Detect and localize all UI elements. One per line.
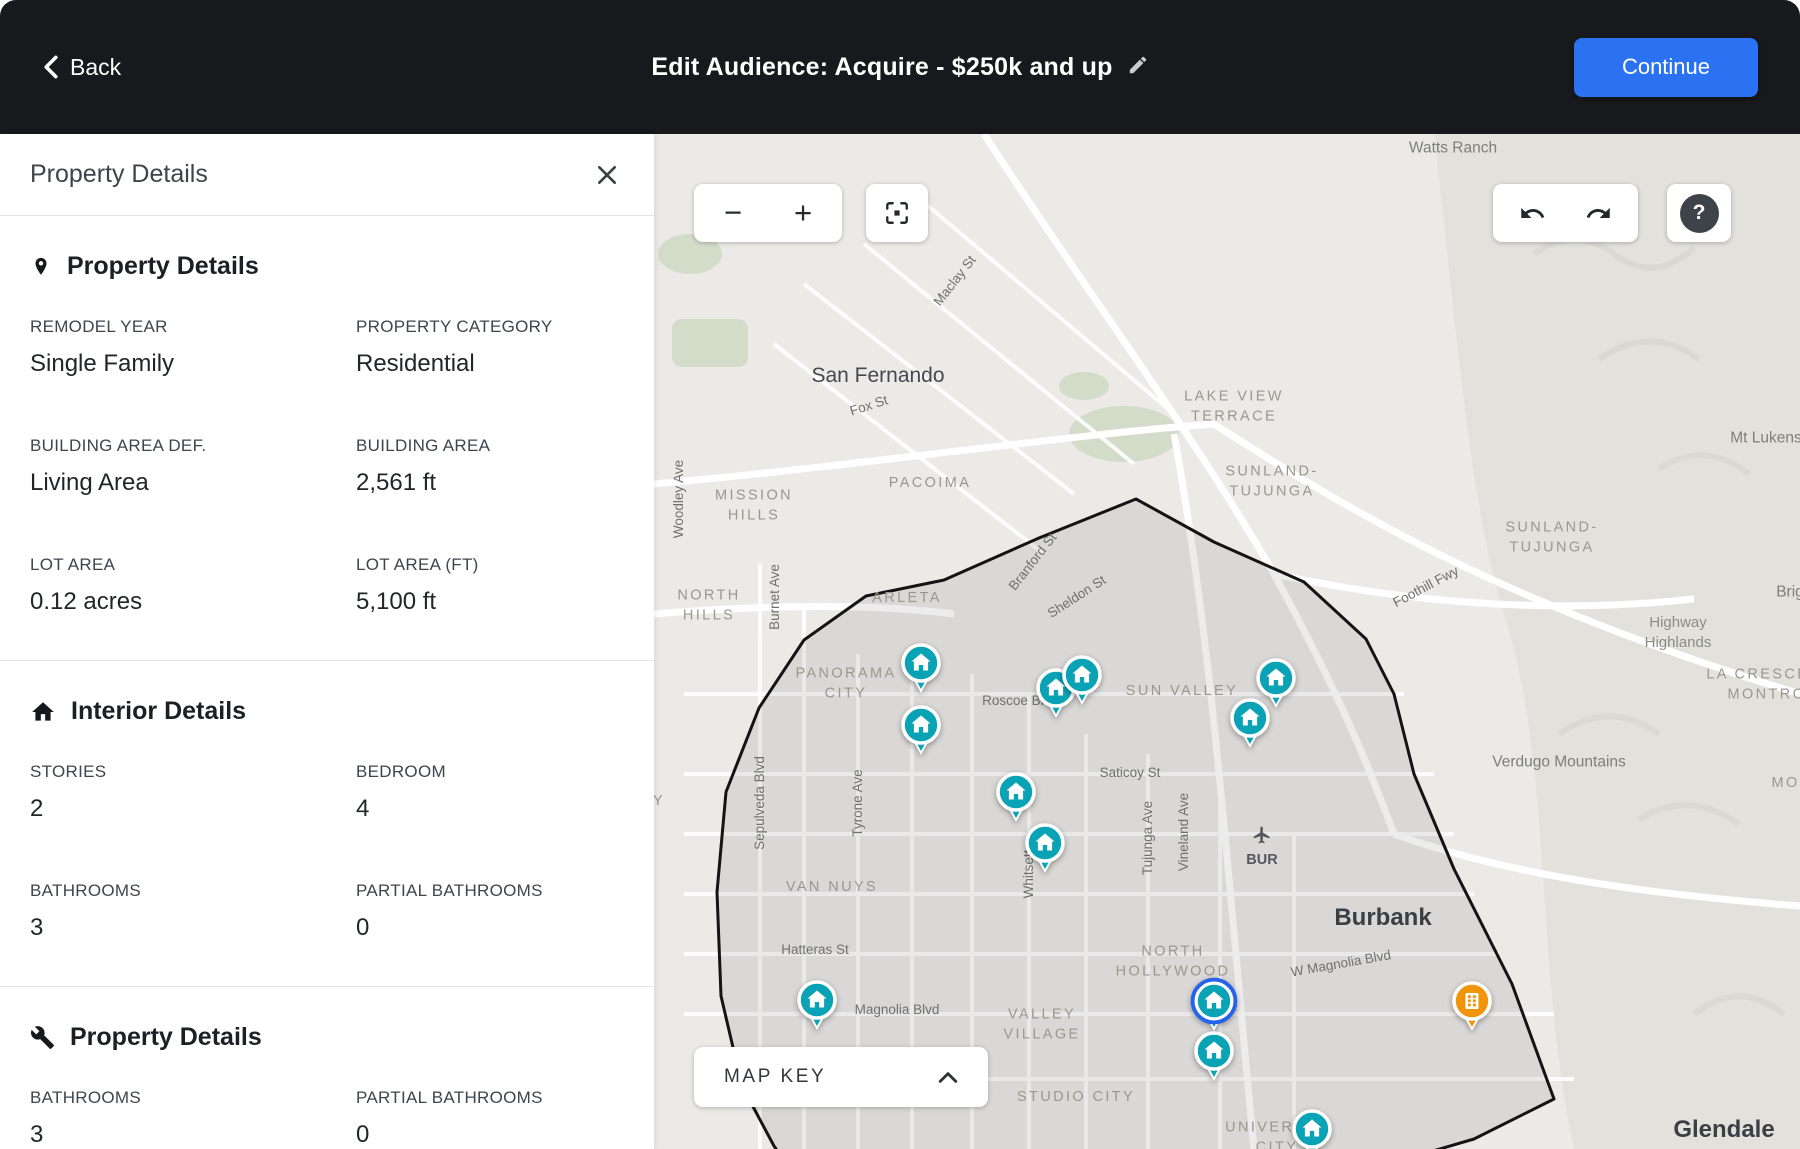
field-label: BEDROOM bbox=[356, 762, 624, 782]
field-label: PARTIAL BATHROOMS bbox=[356, 1088, 624, 1108]
building-pin[interactable] bbox=[1447, 977, 1497, 1037]
panel-sections: Property Details REMODEL YEAR Single Fam… bbox=[0, 216, 654, 1149]
field-label: PROPERTY CATEGORY bbox=[356, 317, 624, 337]
field-value: 4 bbox=[356, 795, 624, 823]
panel-section: Interior Details STORIES 2 BEDROOM 4 BAT… bbox=[0, 661, 654, 986]
edit-title-icon[interactable] bbox=[1127, 54, 1149, 81]
field-label: BATHROOMS bbox=[30, 1088, 356, 1108]
field: BEDROOM 4 bbox=[356, 762, 624, 823]
field-value: 0.12 acres bbox=[30, 588, 356, 616]
field: PARTIAL BATHROOMS 0 bbox=[356, 1088, 624, 1149]
home-pin[interactable] bbox=[896, 639, 946, 699]
app-window: Back Edit Audience: Acquire - $250k and … bbox=[0, 0, 1800, 1149]
location-pin-icon bbox=[30, 254, 52, 280]
field: LOT AREA 0.12 acres bbox=[30, 555, 356, 616]
back-button[interactable]: Back bbox=[42, 54, 121, 81]
field-value: 3 bbox=[30, 1121, 356, 1149]
home-pin[interactable] bbox=[896, 701, 946, 761]
home-pin[interactable] bbox=[1189, 1027, 1239, 1087]
section-heading: Interior Details bbox=[71, 697, 246, 726]
chevron-up-icon bbox=[938, 1071, 958, 1084]
undo-button[interactable] bbox=[1502, 184, 1564, 242]
tools-icon bbox=[30, 1025, 55, 1050]
home-pin[interactable] bbox=[1057, 651, 1107, 711]
field-label: LOT AREA (FT) bbox=[356, 555, 624, 575]
field-value: Single Family bbox=[30, 350, 356, 378]
panel-section: Property Details BATHROOMS 3 PARTIAL BAT… bbox=[0, 987, 654, 1149]
home-pin[interactable] bbox=[792, 976, 842, 1036]
fit-bounds-icon bbox=[884, 200, 910, 226]
section-heading: Property Details bbox=[70, 1023, 262, 1052]
airport-icon bbox=[1252, 825, 1272, 845]
field-label: STORIES bbox=[30, 762, 356, 782]
zoom-control: − + bbox=[694, 184, 842, 242]
field: BATHROOMS 3 bbox=[30, 1088, 356, 1149]
home-pin[interactable] bbox=[1287, 1105, 1337, 1149]
close-panel-button[interactable] bbox=[590, 158, 624, 192]
field-value: Living Area bbox=[30, 469, 356, 497]
field-label: LOT AREA bbox=[30, 555, 356, 575]
history-control bbox=[1493, 184, 1638, 242]
home-pin[interactable] bbox=[1225, 694, 1275, 754]
zoom-in-button[interactable]: + bbox=[771, 184, 835, 242]
property-details-panel: Property Details Property Details REMODE… bbox=[0, 134, 654, 1149]
field-label: PARTIAL BATHROOMS bbox=[356, 881, 624, 901]
field-label: BUILDING AREA bbox=[356, 436, 624, 456]
field-value: Residential bbox=[356, 350, 624, 378]
field-value: 5,100 ft bbox=[356, 588, 624, 616]
home-icon bbox=[30, 699, 56, 725]
field: LOT AREA (FT) 5,100 ft bbox=[356, 555, 624, 616]
field-label: REMODEL YEAR bbox=[30, 317, 356, 337]
field: BUILDING AREA 2,561 ft bbox=[356, 436, 624, 497]
field-value: 0 bbox=[356, 914, 624, 942]
chevron-left-icon bbox=[42, 55, 60, 79]
help-icon: ? bbox=[1680, 194, 1719, 233]
field-value: 0 bbox=[356, 1121, 624, 1149]
field: PROPERTY CATEGORY Residential bbox=[356, 317, 624, 378]
map-canvas[interactable]: Watts RanchMaclay StSan FernandoFox StLA… bbox=[654, 134, 1800, 1149]
panel-section: Property Details REMODEL YEAR Single Fam… bbox=[0, 216, 654, 660]
panel-title: Property Details bbox=[30, 160, 208, 189]
continue-button[interactable]: Continue bbox=[1574, 38, 1758, 97]
top-bar: Back Edit Audience: Acquire - $250k and … bbox=[0, 0, 1800, 134]
field: BUILDING AREA DEF. Living Area bbox=[30, 436, 356, 497]
field-value: 2,561 ft bbox=[356, 469, 624, 497]
field-value: 2 bbox=[30, 795, 356, 823]
help-button[interactable]: ? bbox=[1667, 184, 1731, 242]
field-label: BATHROOMS bbox=[30, 881, 356, 901]
back-label: Back bbox=[70, 54, 121, 81]
field: REMODEL YEAR Single Family bbox=[30, 317, 356, 378]
field-value: 3 bbox=[30, 914, 356, 942]
section-heading: Property Details bbox=[67, 252, 259, 281]
zoom-out-button[interactable]: − bbox=[701, 184, 765, 242]
map-key-panel[interactable]: MAP KEY bbox=[694, 1047, 988, 1107]
panel-header: Property Details bbox=[0, 134, 654, 216]
field: BATHROOMS 3 bbox=[30, 881, 356, 942]
home-pin[interactable] bbox=[1020, 819, 1070, 879]
field: STORIES 2 bbox=[30, 762, 356, 823]
page-title: Edit Audience: Acquire - $250k and up bbox=[651, 53, 1112, 82]
fit-bounds-button[interactable] bbox=[866, 184, 928, 242]
field-label: BUILDING AREA DEF. bbox=[30, 436, 356, 456]
field: PARTIAL BATHROOMS 0 bbox=[356, 881, 624, 942]
redo-button[interactable] bbox=[1568, 184, 1630, 242]
map-key-label: MAP KEY bbox=[724, 1066, 826, 1088]
